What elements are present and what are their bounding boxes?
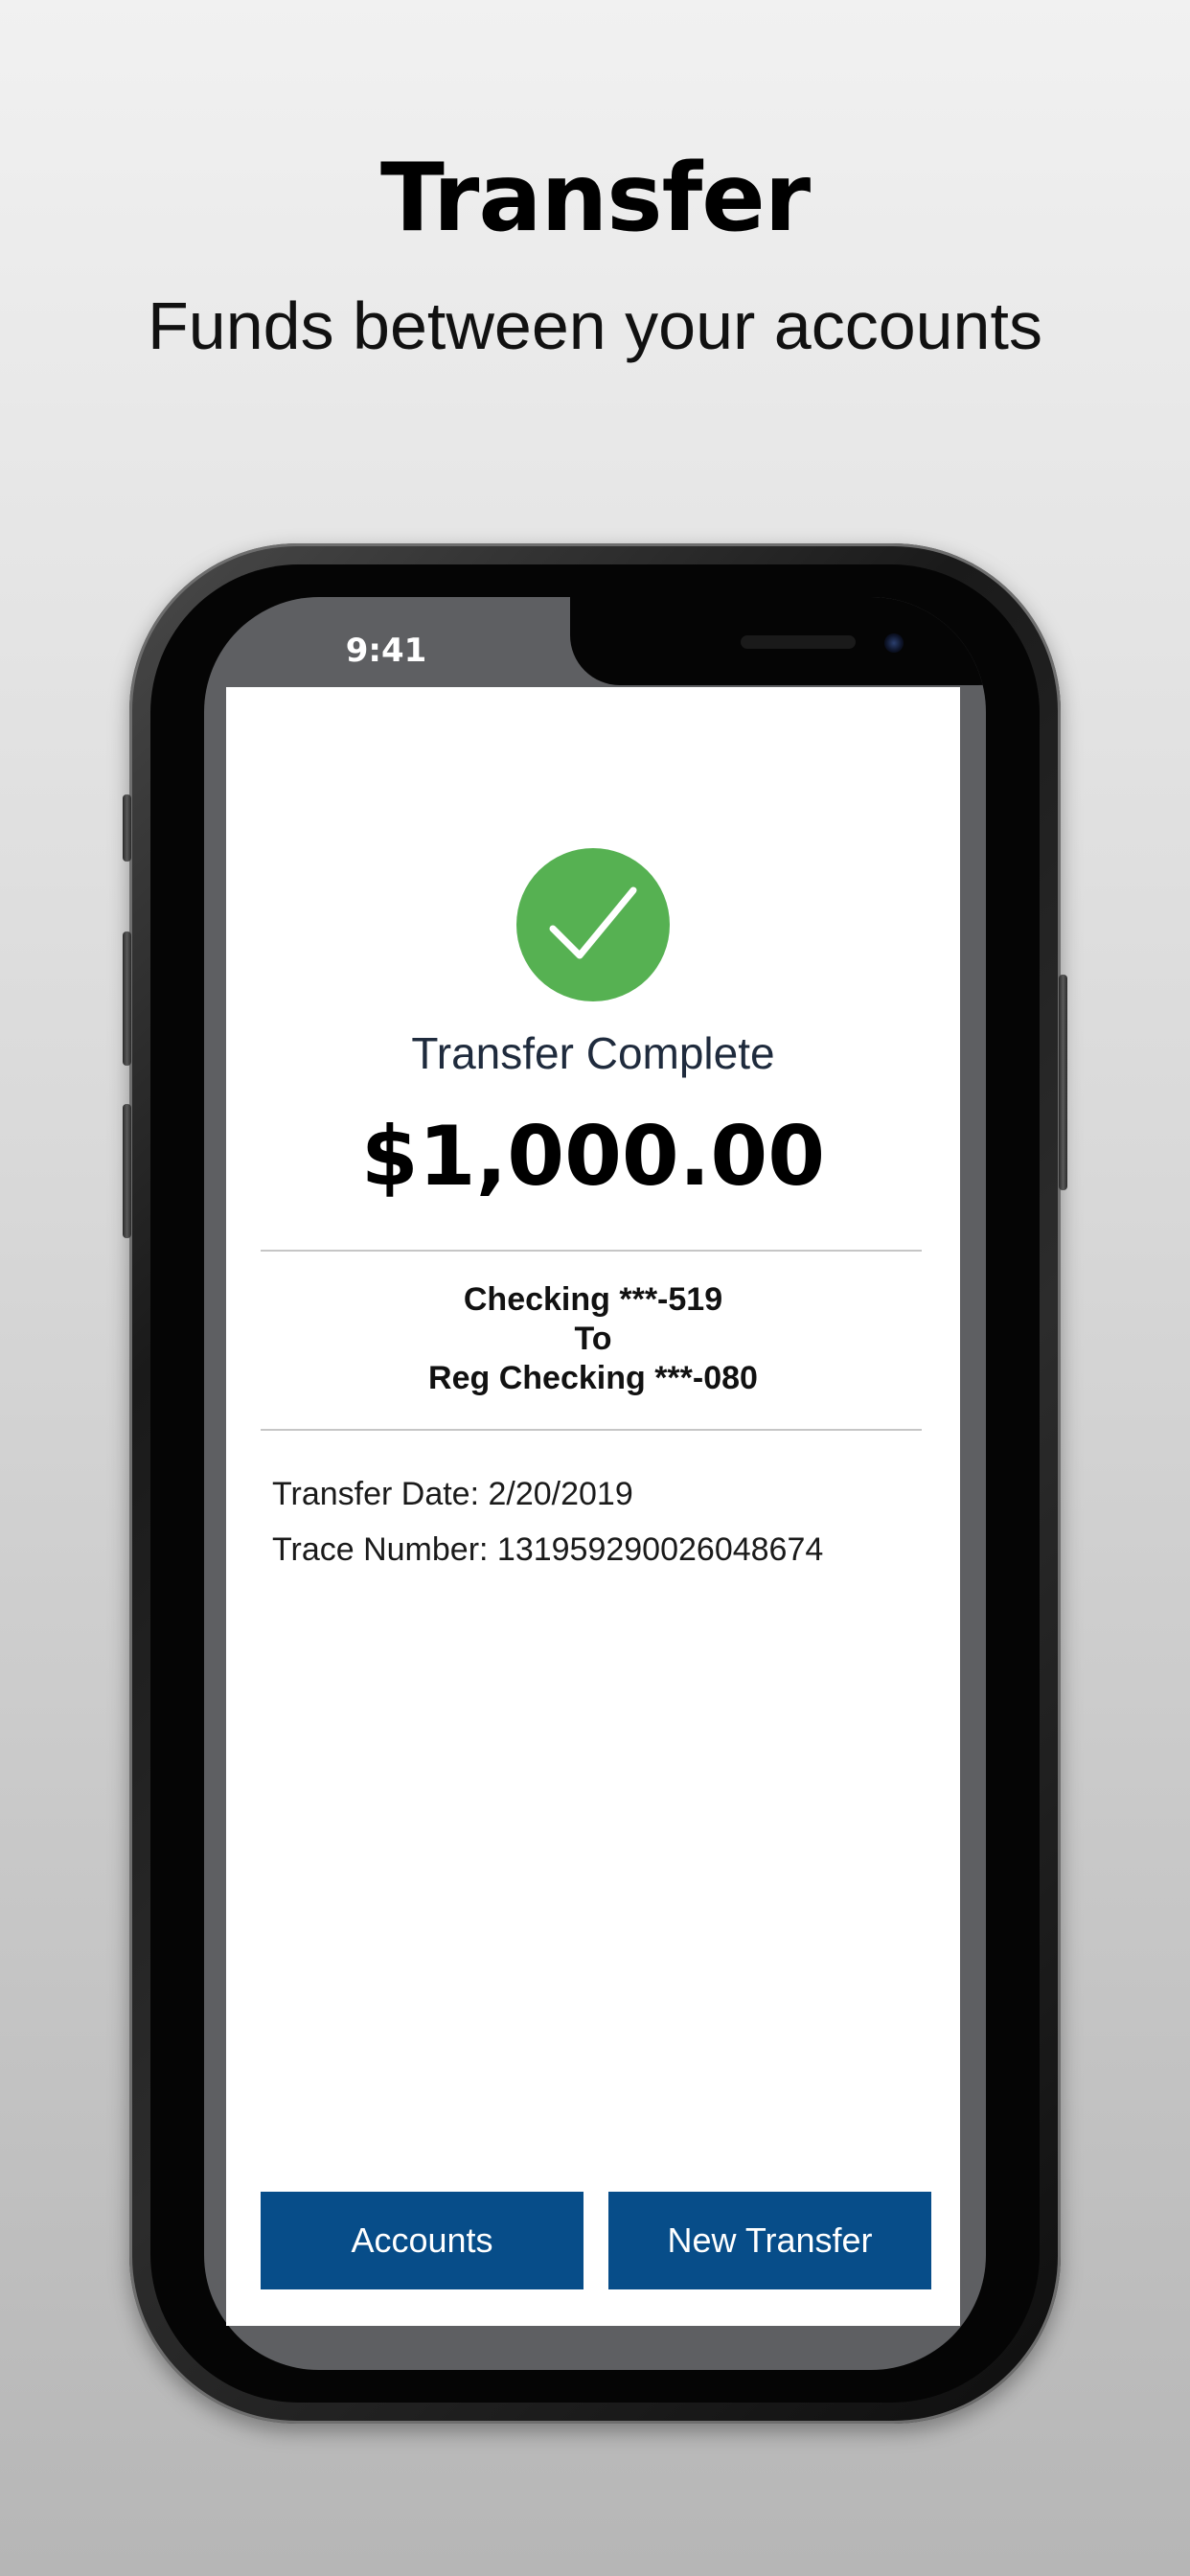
success-checkmark-badge	[516, 848, 670, 1001]
transfer-status-title: Transfer Complete	[411, 1028, 775, 1078]
mute-switch	[123, 794, 131, 862]
volume-down-button	[123, 1104, 131, 1238]
transfer-date: Transfer Date: 2/20/2019	[272, 1476, 633, 1512]
trace-number: Trace Number: 131959290026048674	[272, 1531, 824, 1568]
power-button	[1059, 975, 1067, 1190]
transfer-amount: $1,000.00	[360, 1109, 826, 1205]
promo-subheadline: Funds between your accounts	[148, 288, 1042, 363]
top-divider	[261, 1250, 922, 1252]
volume-up-button	[123, 932, 131, 1066]
to-label: To	[574, 1321, 612, 1357]
earpiece-speaker	[741, 635, 856, 649]
accounts-button[interactable]: Accounts	[261, 2192, 584, 2289]
status-time: 9:41	[345, 632, 427, 670]
bottom-divider	[261, 1429, 922, 1431]
front-camera	[884, 633, 904, 653]
transfer-complete-screen: Transfer Complete $1,000.00 Checking ***…	[226, 687, 960, 2326]
to-account: Reg Checking ***-080	[428, 1360, 758, 1396]
checkmark-icon	[549, 886, 637, 959]
promo-headline: Transfer	[379, 144, 811, 253]
new-transfer-button[interactable]: New Transfer	[608, 2192, 931, 2289]
from-account: Checking ***-519	[463, 1281, 723, 1318]
